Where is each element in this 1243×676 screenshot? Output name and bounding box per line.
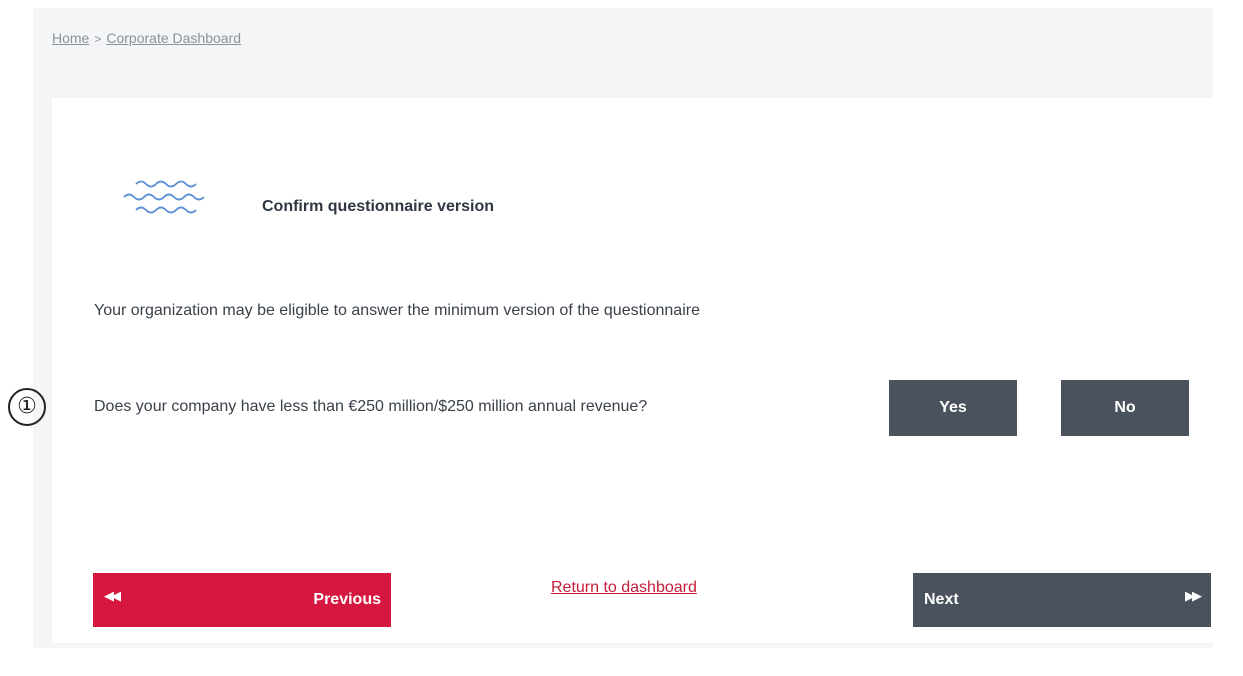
waves-icon	[123, 180, 205, 214]
page: Home > Corporate Dashboard Confirm questio…	[0, 0, 1243, 676]
double-chevron-left-icon: ◀◀	[104, 589, 121, 604]
breadcrumb-current-link[interactable]: Corporate Dashboard	[106, 30, 241, 46]
no-button[interactable]: No	[1061, 380, 1189, 436]
breadcrumb-home-link[interactable]: Home	[52, 30, 89, 46]
double-chevron-right-icon: ▶▶	[1185, 589, 1202, 604]
next-button[interactable]: Next ▶▶	[913, 573, 1211, 627]
step-marker: ①	[8, 388, 46, 426]
section-title: Confirm questionnaire version	[262, 198, 495, 215]
questionnaire-card	[52, 98, 1213, 643]
return-link-backdrop	[545, 604, 760, 628]
previous-button-label: Previous	[313, 591, 381, 608]
breadcrumb-separator: >	[94, 32, 102, 46]
breadcrumb: Home > Corporate Dashboard	[52, 30, 241, 46]
next-button-label: Next	[924, 591, 959, 608]
previous-button[interactable]: ◀◀ Previous	[93, 573, 391, 627]
eligibility-text: Your organization may be eligible to ans…	[94, 302, 700, 319]
revenue-question: Does your company have less than €250 mi…	[94, 398, 648, 415]
yes-button[interactable]: Yes	[889, 380, 1017, 436]
return-to-dashboard-link[interactable]: Return to dashboard	[551, 579, 697, 597]
